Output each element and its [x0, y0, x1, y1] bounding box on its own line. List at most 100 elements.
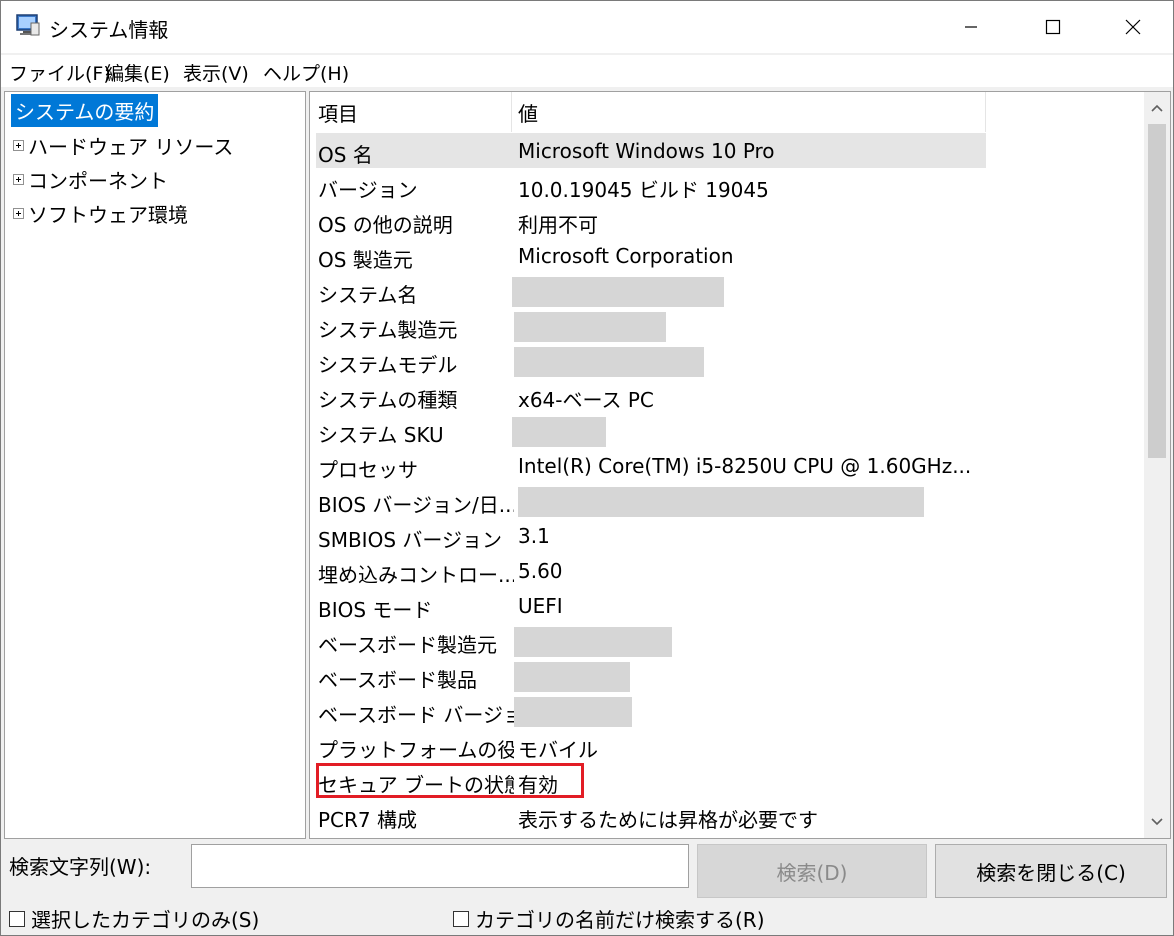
redacted-value	[518, 487, 924, 517]
row-value: 利用不可	[518, 213, 598, 237]
redacted-value	[512, 277, 724, 307]
menu-bar: ファイル(F) 編集(E) 表示(V) ヘルプ(H)	[1, 55, 1173, 87]
tree-item-label: コンポーネント	[28, 168, 168, 193]
row-key: SMBIOS バージョン	[318, 528, 502, 552]
row-key: プラットフォームの役...	[318, 738, 514, 762]
row-value: UEFI	[518, 594, 563, 618]
table-row[interactable]: プロセッサ Intel(R) Core(TM) i5-8250U CPU @ 1.…	[316, 448, 986, 483]
column-header-value[interactable]: 値	[512, 92, 986, 132]
tree-item-label: ハードウェア リソース	[28, 134, 234, 159]
table-row[interactable]: システム製造元	[316, 308, 986, 343]
expand-plus-icon[interactable]	[13, 173, 24, 185]
checkbox-label: 選択したカテゴリのみ(S)	[31, 908, 260, 932]
scrollbar-thumb[interactable]	[1148, 124, 1166, 458]
row-key: OS 名	[318, 143, 373, 167]
maximize-button[interactable]	[1013, 1, 1093, 53]
row-key: OS の他の説明	[318, 213, 453, 237]
redacted-value	[514, 697, 632, 727]
checkbox-label: カテゴリの名前だけ検索する(R)	[475, 908, 765, 932]
row-key: システム製造元	[318, 318, 458, 342]
table-row[interactable]: SMBIOS バージョン 3.1	[316, 518, 986, 553]
row-key: システム SKU	[318, 423, 444, 447]
close-icon	[1125, 19, 1141, 35]
row-value: Intel(R) Core(TM) i5-8250U CPU @ 1.60GHz…	[518, 454, 972, 478]
table-row[interactable]: セキュア ブートの状態 有効	[316, 763, 986, 798]
redacted-value	[512, 417, 606, 447]
menu-view[interactable]: 表示(V)	[183, 59, 249, 86]
row-value: 5.60	[518, 559, 563, 583]
table-row[interactable]: システムの種類 x64-ベース PC	[316, 378, 986, 413]
row-value: 表示するためには昇格が必要です	[518, 808, 818, 832]
tree-item-system-summary[interactable]: システムの要約	[11, 94, 159, 127]
row-key: システムの種類	[318, 388, 458, 412]
row-value: Microsoft Corporation	[518, 244, 734, 268]
row-key: ベースボード製品	[318, 668, 477, 692]
row-key: ベースボード バージョン	[318, 703, 514, 727]
minimize-button[interactable]	[931, 1, 1011, 53]
menu-help[interactable]: ヘルプ(H)	[263, 59, 349, 86]
table-row[interactable]: PCR7 構成 表示するためには昇格が必要です	[316, 798, 986, 833]
search-input[interactable]	[191, 844, 689, 888]
table-row[interactable]: バージョン 10.0.19045 ビルド 19045	[316, 168, 986, 203]
table-row[interactable]: プラットフォームの役...モバイル	[316, 728, 986, 763]
row-key: バージョン	[318, 178, 418, 202]
secure-boot-highlight-box	[316, 763, 584, 798]
table-row[interactable]: システム SKU	[316, 413, 986, 448]
system-info-app-icon	[16, 14, 40, 36]
table-row[interactable]: ベースボード製造元	[316, 623, 986, 658]
checkbox[interactable]	[9, 910, 25, 927]
details-list[interactable]: 項目 値 OS 名 Microsoft Windows 10 Pro バージョン 1…	[309, 91, 1171, 839]
category-tree[interactable]: システムの要約 ハードウェア リソース コンポーネント ソフトウェア環境	[4, 91, 306, 839]
row-key: OS 製造元	[318, 248, 413, 272]
minimize-icon	[965, 26, 977, 28]
table-row[interactable]: システムモデル	[316, 343, 986, 378]
table-row[interactable]: BIOS バージョン/日...	[316, 483, 986, 518]
scroll-up-arrow-icon[interactable]	[1149, 100, 1165, 116]
row-key: BIOS モード	[318, 598, 433, 622]
row-key: システムモデル	[318, 353, 458, 377]
row-value: 3.1	[518, 524, 550, 548]
menu-file[interactable]: ファイル(F)	[9, 59, 111, 86]
table-row[interactable]: システム名	[316, 273, 986, 308]
table-row[interactable]: ベースボード製品	[316, 658, 986, 693]
table-row[interactable]: 埋め込みコントロー... 5.60	[316, 553, 986, 588]
title-bar[interactable]: システム情報	[1, 1, 1173, 53]
row-value: 10.0.19045 ビルド 19045	[518, 178, 769, 202]
vertical-scrollbar[interactable]	[1144, 92, 1170, 838]
row-key: システム名	[318, 283, 418, 307]
search-button[interactable]: 検索(D)	[697, 844, 927, 898]
expand-plus-icon[interactable]	[13, 139, 24, 151]
selected-category-only-option[interactable]: 選択したカテゴリのみ(S)	[9, 904, 259, 933]
table-row[interactable]: OS 名 Microsoft Windows 10 Pro	[316, 133, 986, 168]
search-label: 検索文字列(W):	[9, 855, 152, 879]
redacted-value	[514, 312, 666, 342]
row-value: モバイル	[518, 738, 598, 762]
close-button[interactable]	[1093, 1, 1173, 53]
row-value: Microsoft Windows 10 Pro	[518, 139, 775, 163]
expand-plus-icon[interactable]	[13, 207, 24, 219]
tree-item-label: ソフトウェア環境	[28, 202, 188, 227]
menu-edit[interactable]: 編集(E)	[105, 59, 170, 86]
close-search-button[interactable]: 検索を閉じる(C)	[935, 844, 1167, 898]
row-key: プロセッサ	[318, 458, 418, 482]
system-info-window: システム情報 ファイル(F) 編集(E) 表示(V) ヘルプ(H) システムの要…	[0, 0, 1174, 936]
category-names-only-option[interactable]: カテゴリの名前だけ検索する(R)	[453, 904, 765, 933]
row-key: BIOS バージョン/日...	[318, 493, 514, 517]
scroll-down-arrow-icon[interactable]	[1149, 814, 1165, 830]
table-row[interactable]: OS の他の説明 利用不可	[316, 203, 986, 238]
redacted-value	[514, 627, 672, 657]
row-key: 埋め込みコントロー...	[318, 563, 514, 587]
table-row[interactable]: OS 製造元 Microsoft Corporation	[316, 238, 986, 273]
tree-item-software-environment[interactable]: ソフトウェア環境	[5, 198, 188, 228]
redacted-value	[514, 662, 630, 692]
column-header-item[interactable]: 項目	[310, 92, 512, 132]
row-value: x64-ベース PC	[518, 388, 654, 412]
table-row[interactable]: BIOS モード UEFI	[316, 588, 986, 623]
checkbox[interactable]	[453, 910, 469, 927]
row-key: ベースボード製造元	[318, 633, 497, 657]
tree-item-components[interactable]: コンポーネント	[5, 164, 168, 194]
tree-item-hardware-resources[interactable]: ハードウェア リソース	[5, 130, 233, 160]
table-row[interactable]: ベースボード バージョン	[316, 693, 986, 728]
row-key: PCR7 構成	[318, 808, 418, 832]
redacted-value	[514, 347, 704, 377]
